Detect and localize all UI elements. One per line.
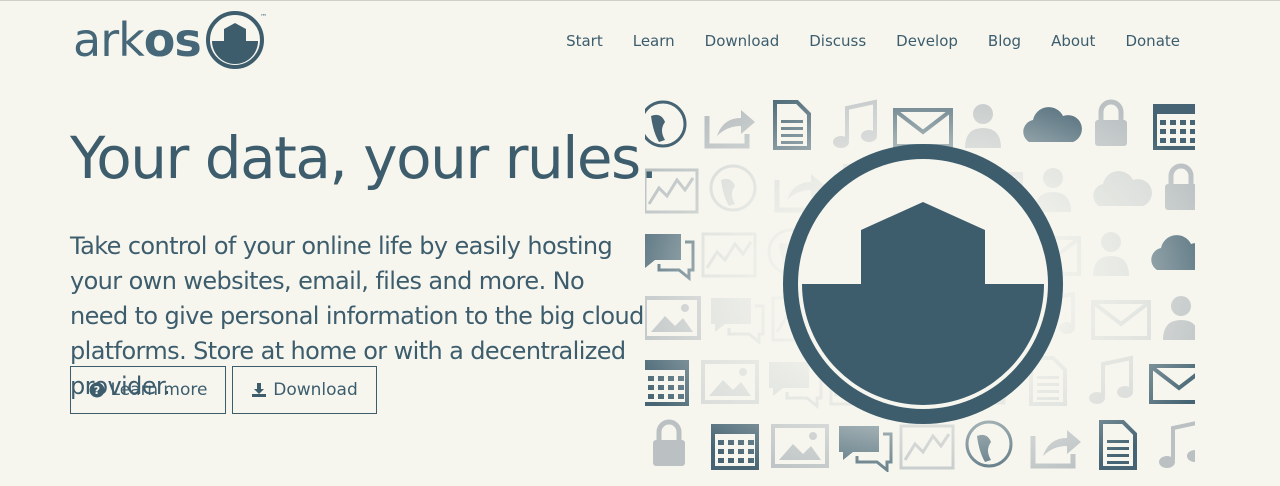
download-icon [252, 383, 267, 397]
logo-wordmark: arkos [73, 13, 202, 67]
arkos-logo[interactable]: arkos ™ [73, 9, 267, 71]
svg-text:?: ? [93, 384, 99, 397]
trademark-mark: ™ [260, 13, 267, 21]
download-button[interactable]: Download [232, 366, 377, 414]
nav-blog[interactable]: Blog [988, 32, 1021, 50]
main-nav: Start Learn Download Discuss Develop Blo… [566, 32, 1180, 50]
hero-illustration [645, 96, 1195, 472]
nav-donate[interactable]: Donate [1125, 32, 1180, 50]
nav-learn[interactable]: Learn [633, 32, 675, 50]
question-circle-icon: ? [89, 382, 105, 398]
ark-logo-icon [205, 11, 264, 69]
download-label: Download [273, 380, 358, 400]
nav-develop[interactable]: Develop [896, 32, 958, 50]
learn-more-label: Learn more [110, 380, 208, 400]
nav-start[interactable]: Start [566, 32, 603, 50]
nav-discuss[interactable]: Discuss [809, 32, 866, 50]
big-ark-icon [783, 144, 1063, 424]
nav-about[interactable]: About [1051, 32, 1095, 50]
hero-headline: Your data, your rules. [70, 124, 658, 192]
learn-more-button[interactable]: ? Learn more [70, 366, 226, 414]
nav-download[interactable]: Download [705, 32, 780, 50]
